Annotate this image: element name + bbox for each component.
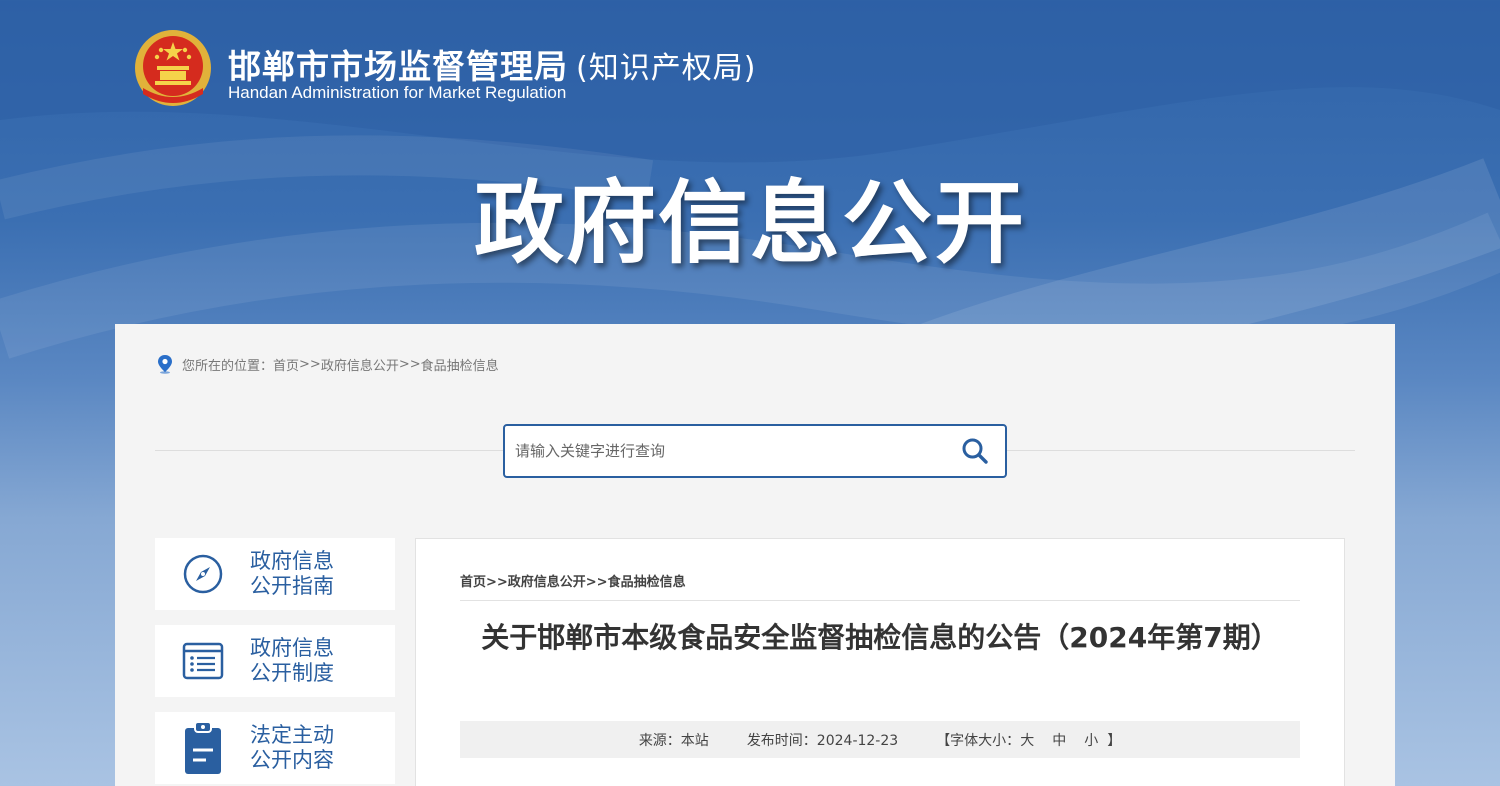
site-title-sub: (知识产权局)	[576, 51, 757, 86]
article-source: 来源：本站	[638, 732, 709, 749]
main-panel: 您所在的位置： 首页 >> 政府信息公开 >> 食品抽检信息 请输入关键字进行查…	[115, 324, 1395, 786]
article-card: 首页>>政府信息公开>>食品抽检信息 关于邯郸市本级食品安全监督抽检信息的公告（…	[415, 538, 1345, 786]
font-size-prefix: 【字体大小：	[936, 732, 1021, 749]
breadcrumb-gov-info-link[interactable]: 政府信息公开	[321, 355, 399, 374]
article-breadcrumb[interactable]: 首页>>政府信息公开>>食品抽检信息	[460, 571, 686, 590]
side-nav-system[interactable]: 政府信息 公开制度	[155, 625, 395, 697]
side-nav-guide-line1: 政府信息	[250, 549, 334, 573]
search-input[interactable]	[505, 426, 945, 476]
side-nav-system-line2: 公开制度	[250, 661, 334, 685]
breadcrumb-separator: >>	[299, 356, 321, 372]
side-nav-statutory-content[interactable]: 法定主动 公开内容	[155, 712, 395, 784]
site-title-english: Handan Administration for Market Regulat…	[228, 83, 567, 102]
article-publish-time: 发布时间：2024-12-23	[746, 732, 899, 749]
side-nav-guide[interactable]: 政府信息 公开指南	[155, 538, 395, 610]
side-nav-statutory-line2: 公开内容	[250, 748, 334, 772]
side-nav-guide-line2: 公开指南	[250, 574, 334, 598]
location-pin-icon	[156, 354, 174, 374]
search-icon	[962, 438, 988, 464]
font-size-suffix: 】	[1107, 732, 1122, 749]
font-size-large-button[interactable]: 大	[1020, 730, 1034, 750]
compass-icon	[155, 553, 250, 595]
banner-title: 政府信息公开	[474, 171, 1026, 276]
article-meta-bar: 来源：本站 发布时间：2024-12-23 【字体大小： 大 中 小 】	[460, 721, 1300, 758]
search-box	[503, 424, 1007, 478]
document-list-icon	[155, 640, 250, 682]
national-emblem-logo	[133, 28, 213, 108]
article-title: 关于邯郸市本级食品安全监督抽检信息的公告（2024年第7期）	[481, 621, 1279, 654]
breadcrumb-prefix: 您所在的位置：	[182, 358, 274, 374]
article-breadcrumb-divider	[460, 600, 1300, 601]
font-size-small-button[interactable]: 小	[1084, 730, 1098, 750]
location-breadcrumb: 您所在的位置： 首页 >> 政府信息公开 >> 食品抽检信息	[156, 354, 499, 374]
site-title-main: 邯郸市市场监督管理局	[228, 47, 568, 86]
side-nav: 政府信息 公开指南 政府信息 公开制度 法定主动 公开内容	[155, 538, 395, 786]
side-nav-system-line1: 政府信息	[250, 636, 334, 660]
search-button[interactable]	[945, 426, 1005, 476]
side-nav-statutory-line1: 法定主动	[250, 723, 334, 747]
breadcrumb-home-link[interactable]: 首页	[273, 355, 299, 374]
breadcrumb-separator: >>	[398, 356, 421, 372]
clipboard-icon	[155, 720, 250, 776]
breadcrumb-food-sampling-link[interactable]: 食品抽检信息	[421, 355, 499, 374]
font-size-medium-button[interactable]: 中	[1052, 730, 1066, 750]
site-title: 邯郸市市场监督管理局 (知识产权局)	[228, 40, 756, 88]
